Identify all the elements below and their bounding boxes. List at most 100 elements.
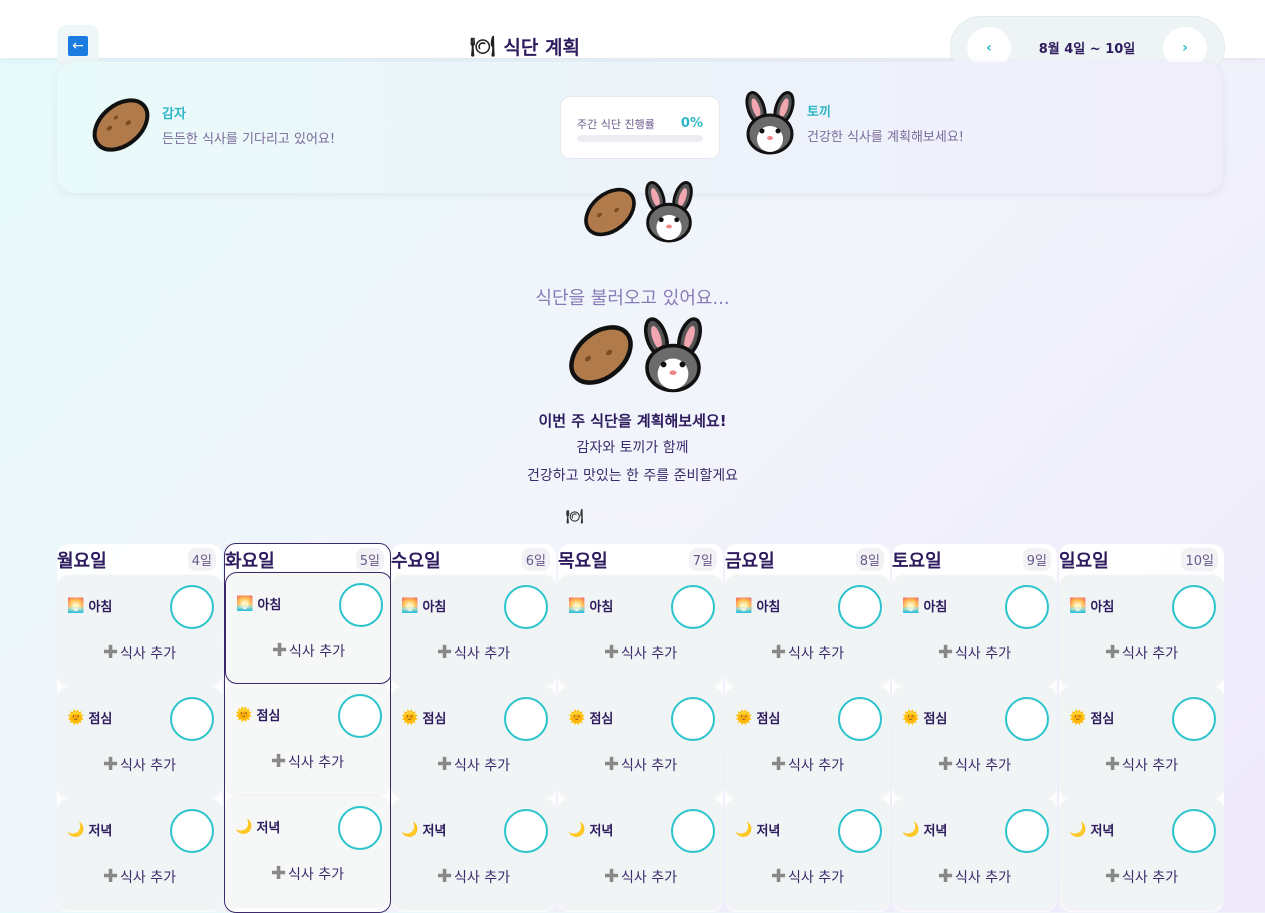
add-meal-label: 식사 추가 (454, 757, 511, 774)
meal-photo-circle[interactable] (338, 694, 382, 738)
meal-photo-circle[interactable] (838, 809, 882, 853)
meal-photo-circle[interactable] (671, 585, 715, 629)
add-meal-button[interactable]: ✚ 식사 추가 (391, 754, 556, 775)
meal-photo-circle[interactable] (170, 809, 214, 853)
add-meal-button[interactable]: ✚ 식사 추가 (57, 754, 222, 775)
plate-cutlery-icon: 🍽 (470, 34, 496, 58)
meal-label-text: 저녁 (256, 821, 281, 836)
plus-icon: ✚ (603, 866, 620, 887)
add-meal-button[interactable]: ✚ 식사 추가 (1059, 866, 1224, 887)
sunrise-icon: 🌅 (1069, 597, 1087, 614)
meal-slot-breakfast: 🌅 아침 ✚ 식사 추가 (892, 575, 1057, 685)
meal-photo-circle[interactable] (338, 806, 382, 850)
meal-photo-circle[interactable] (504, 809, 548, 853)
meal-photo-circle[interactable] (1005, 585, 1049, 629)
day-column: 일요일 10일 🌅 아침 ✚ 식사 추가 🌞 점심 ✚ 식사 추가 🌙 저녁 ✚ 식사 추가 (1059, 544, 1224, 912)
meal-label-text: 저녁 (589, 824, 614, 839)
meal-photo-circle[interactable] (339, 583, 383, 627)
moon-icon: 🌙 (902, 821, 920, 838)
add-meal-label: 식사 추가 (955, 869, 1012, 886)
add-meal-button[interactable]: ✚ 식사 추가 (57, 866, 222, 887)
plus-icon: ✚ (1104, 754, 1121, 775)
meal-slot-lunch: 🌞 점심 ✚ 식사 추가 (558, 687, 723, 797)
add-meal-label: 식사 추가 (454, 869, 511, 886)
add-meal-button[interactable]: ✚ 식사 추가 (892, 642, 1057, 663)
add-meal-button[interactable]: ✚ 식사 추가 (226, 640, 390, 661)
arrow-left-icon: ← (68, 36, 88, 56)
meal-photo-circle[interactable] (1005, 697, 1049, 741)
meal-label-text: 아침 (422, 600, 447, 615)
add-meal-button[interactable]: ✚ 식사 추가 (391, 866, 556, 887)
add-meal-button[interactable]: ✚ 식사 추가 (1059, 754, 1224, 775)
meal-slot-breakfast: 🌅 아침 ✚ 식사 추가 (558, 575, 723, 685)
meal-photo-circle[interactable] (170, 697, 214, 741)
meal-slot-dinner: 🌙 저녁 ✚ 식사 추가 (391, 799, 556, 909)
meal-label: 🌅 아침 (735, 596, 780, 616)
add-meal-label: 식사 추가 (1122, 757, 1179, 774)
meal-label-text: 점심 (589, 712, 614, 727)
add-meal-button[interactable]: ✚ 식사 추가 (225, 751, 390, 772)
plus-icon: ✚ (937, 866, 954, 887)
meal-photo-circle[interactable] (671, 697, 715, 741)
meal-photo-circle[interactable] (1172, 809, 1216, 853)
meal-label-text: 아침 (1090, 600, 1115, 615)
meal-label-text: 저녁 (1090, 824, 1115, 839)
plus-icon: ✚ (436, 866, 453, 887)
add-meal-button[interactable]: ✚ 식사 추가 (1059, 642, 1224, 663)
rabbit-name: 토끼 (807, 105, 831, 120)
meal-photo-circle[interactable] (504, 585, 548, 629)
rabbit-icon (643, 317, 703, 393)
meal-photo-circle[interactable] (170, 585, 214, 629)
day-column: 화요일 5일 🌅 아침 ✚ 식사 추가 🌞 점심 ✚ 식사 추가 🌙 저녁 ✚ 식사 추가 (224, 543, 391, 913)
meal-slot-dinner: 🌙 저녁 ✚ 식사 추가 (1059, 799, 1224, 909)
add-meal-label: 식사 추가 (120, 645, 177, 662)
empty-state-title: 이번 주 식단을 계획해보세요! (538, 412, 727, 430)
sun-icon: 🌞 (235, 706, 253, 723)
meal-label: 🌞 점심 (235, 705, 280, 725)
meal-label-text: 아침 (923, 600, 948, 615)
plus-icon: ✚ (770, 754, 787, 775)
rabbit-message: 건강한 식사를 계획해보세요! (807, 130, 964, 145)
add-meal-button[interactable]: ✚ 식사 추가 (225, 863, 390, 884)
start-meal-plan-button[interactable]: 🍽 식단 계획 시작하기 (566, 505, 700, 529)
meal-photo-circle[interactable] (504, 697, 548, 741)
plus-icon: ✚ (1104, 866, 1121, 887)
moon-icon: 🌙 (235, 818, 253, 835)
add-meal-button[interactable]: ✚ 식사 추가 (892, 754, 1057, 775)
day-name: 금요일 (725, 551, 775, 572)
add-meal-label: 식사 추가 (955, 645, 1012, 662)
rabbit-icon (645, 181, 693, 243)
sunrise-icon: 🌅 (902, 597, 920, 614)
add-meal-button[interactable]: ✚ 식사 추가 (725, 754, 890, 775)
meal-slot-breakfast: 🌅 아침 ✚ 식사 추가 (725, 575, 890, 685)
meal-label-text: 아침 (589, 600, 614, 615)
add-meal-button[interactable]: ✚ 식사 추가 (725, 642, 890, 663)
meal-slot-dinner: 🌙 저녁 ✚ 식사 추가 (558, 799, 723, 909)
meal-slot-dinner: 🌙 저녁 ✚ 식사 추가 (225, 796, 390, 906)
meal-slot-lunch: 🌞 점심 ✚ 식사 추가 (391, 687, 556, 797)
meal-label: 🌞 점심 (735, 708, 780, 728)
meal-photo-circle[interactable] (1005, 809, 1049, 853)
add-meal-label: 식사 추가 (621, 869, 678, 886)
add-meal-button[interactable]: ✚ 식사 추가 (725, 866, 890, 887)
add-meal-button[interactable]: ✚ 식사 추가 (558, 754, 723, 775)
meal-photo-circle[interactable] (671, 809, 715, 853)
sun-icon: 🌞 (902, 709, 920, 726)
add-meal-button[interactable]: ✚ 식사 추가 (558, 642, 723, 663)
back-button[interactable]: ← (57, 25, 99, 67)
meal-photo-circle[interactable] (1172, 697, 1216, 741)
meal-photo-circle[interactable] (1172, 585, 1216, 629)
sunrise-icon: 🌅 (568, 597, 586, 614)
add-meal-button[interactable]: ✚ 식사 추가 (892, 866, 1057, 887)
meal-photo-circle[interactable] (838, 585, 882, 629)
meal-label: 🌞 점심 (902, 708, 947, 728)
add-meal-label: 식사 추가 (621, 645, 678, 662)
add-meal-button[interactable]: ✚ 식사 추가 (558, 866, 723, 887)
meal-photo-circle[interactable] (838, 697, 882, 741)
add-meal-button[interactable]: ✚ 식사 추가 (57, 642, 222, 663)
add-meal-button[interactable]: ✚ 식사 추가 (391, 642, 556, 663)
add-meal-label: 식사 추가 (120, 757, 177, 774)
meal-slot-breakfast: 🌅 아침 ✚ 식사 추가 (57, 575, 222, 685)
meal-label-text: 아침 (88, 600, 113, 615)
day-column: 토요일 9일 🌅 아침 ✚ 식사 추가 🌞 점심 ✚ 식사 추가 🌙 저녁 ✚ 식사 추가 (892, 544, 1057, 912)
